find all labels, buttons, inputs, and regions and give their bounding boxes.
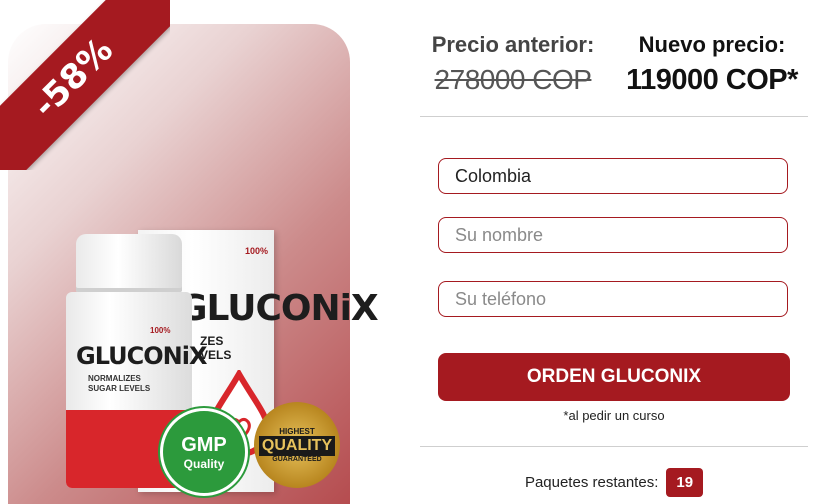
new-price-label: Nuevo precio: <box>638 32 786 57</box>
stock-remaining: Paquetes restantes: 19 <box>438 468 790 497</box>
bottle-brand: GLUCONiX <box>76 342 207 370</box>
quality-seal-bottom: GUARANTEED <box>272 456 322 463</box>
name-input[interactable] <box>438 217 788 253</box>
box-brand: GLUCONiX <box>178 288 379 329</box>
bottle-tagline-1: NORMALIZES <box>88 374 141 383</box>
bottle-badge: 100% <box>150 326 171 335</box>
old-price-value: 278000 COP <box>434 64 592 95</box>
product-panel: 100% GLUCONiX ZES VELS 100% GLUCONiX NOR… <box>0 0 379 504</box>
stock-label: Paquetes restantes: <box>524 474 659 491</box>
price-divider <box>420 116 808 117</box>
bottle-tagline-2: SUGAR LEVELS <box>88 384 151 393</box>
old-price-column: Precio anterior: 278000 COP <box>420 28 606 96</box>
stock-count-badge: 19 <box>666 468 704 497</box>
country-select[interactable]: Colombia <box>438 158 788 194</box>
discount-label: -58% <box>25 30 121 126</box>
price-block: Precio anterior: 278000 COP Nuevo precio… <box>420 28 808 118</box>
order-note: *al pedir un curso <box>563 408 665 423</box>
country-value: Colombia <box>455 165 532 186</box>
phone-input[interactable] <box>438 281 788 317</box>
box-badge: 100% <box>244 246 268 256</box>
new-price-value: 119000 COP* <box>626 64 798 96</box>
stock-divider <box>420 446 808 447</box>
gmp-seal-subtitle: Quality <box>183 456 225 471</box>
gmp-seal-title: GMP <box>181 433 227 456</box>
gmp-quality-seal: GMP Quality <box>160 408 248 496</box>
quality-guaranteed-seal: HIGHEST QUALITY GUARANTEED <box>254 402 340 488</box>
discount-ribbon: -58% <box>0 0 170 170</box>
bottle-tagline: NORMALIZES SUGAR LEVELS <box>88 374 150 394</box>
new-price-column: Nuevo precio: 119000 COP* <box>616 28 808 97</box>
quality-seal-main: QUALITY <box>258 436 336 456</box>
bottle-cap <box>76 234 182 292</box>
old-price-label: Precio anterior: <box>431 32 595 57</box>
quality-seal-top: HIGHEST <box>279 427 315 436</box>
discount-ribbon-band: -58% <box>0 0 170 170</box>
order-button[interactable]: ORDEN GLUCONIX <box>438 353 790 401</box>
